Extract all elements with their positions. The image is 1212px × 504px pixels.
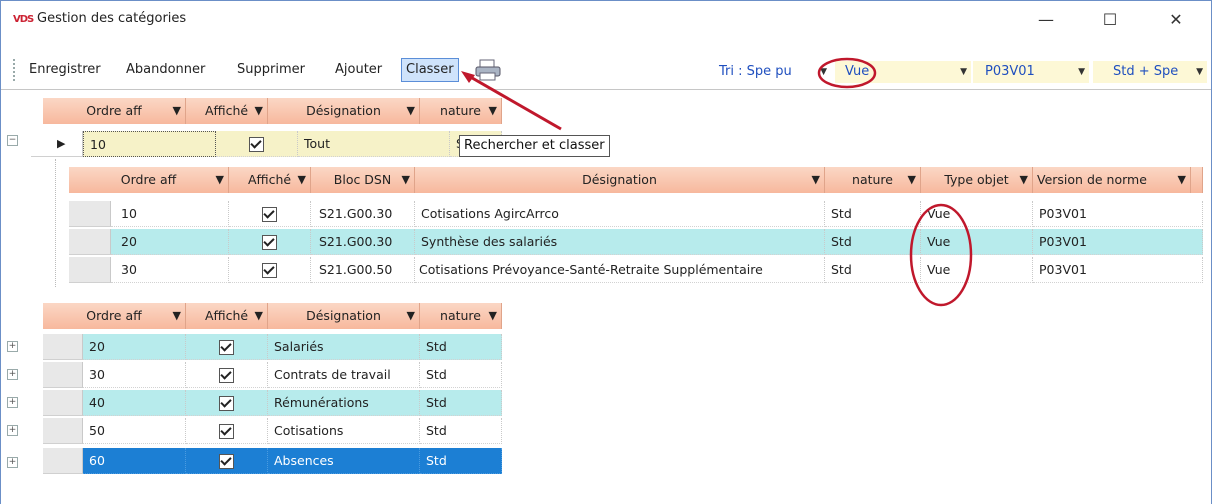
annotation-arrowhead [461,71,475,83]
annotation-circle-type-objet [909,203,973,307]
annotation-overlay [461,57,973,307]
app-window: VDS Gestion des catégories — ☐ ✕ Enregis… [0,0,1212,504]
annotation-arrow [466,73,562,131]
annotation-circle-vue [817,57,877,89]
